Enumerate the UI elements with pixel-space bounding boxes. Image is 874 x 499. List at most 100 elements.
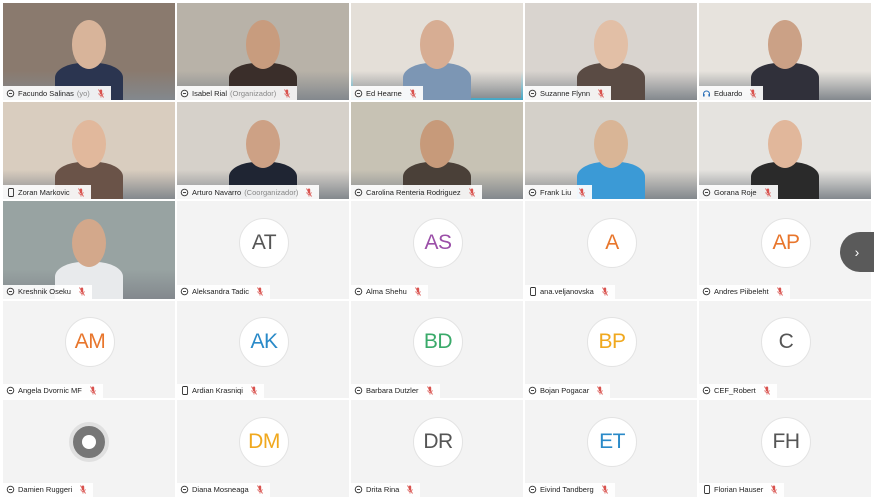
computer-audio-icon <box>180 89 189 98</box>
computer-audio-icon <box>354 89 363 98</box>
participant-tile[interactable]: Suzanne Flynn <box>525 3 697 101</box>
headset-icon <box>702 89 711 98</box>
participant-nameplate: Eivind Tandberg <box>525 482 615 497</box>
participant-tile[interactable]: ET Eivind Tandberg <box>525 399 697 497</box>
computer-audio-icon <box>6 287 15 296</box>
participant-tile[interactable]: C CEF_Robert <box>699 300 871 398</box>
participant-nameplate: Drita Rina <box>351 482 421 497</box>
next-page-button[interactable]: › <box>840 232 874 272</box>
mic-muted-icon <box>763 386 771 396</box>
participant-nameplate: Ardian Krasniqi <box>177 383 264 398</box>
mic-muted-icon <box>764 188 772 197</box>
participant-name: ana.veljanovska <box>540 287 594 297</box>
participant-tile[interactable]: Frank Liu <box>525 102 697 200</box>
participant-name: Gorana Roje <box>714 187 757 197</box>
participant-name: Diana Mosneaga <box>192 485 249 495</box>
participant-avatar: AS <box>413 218 463 269</box>
participant-tile[interactable]: Isabel Rial (Organizador) <box>177 3 349 101</box>
participant-name: Zoran Markovic <box>18 187 70 197</box>
participant-grid: Facundo Salinas (yo) Isabel Rial (Organizad… <box>3 3 871 497</box>
mic-muted-icon <box>89 386 97 396</box>
mic-muted-icon <box>468 188 476 197</box>
mic-muted-icon <box>256 287 264 296</box>
computer-audio-icon <box>528 386 537 395</box>
computer-audio-icon <box>354 485 363 494</box>
participant-nameplate: Bojan Pogacar <box>525 383 611 398</box>
participant-tile[interactable]: Gorana Roje <box>699 102 871 200</box>
participant-tile[interactable]: DR Drita Rina <box>351 399 523 497</box>
mic-muted-icon <box>77 188 85 197</box>
chevron-right-icon: › <box>854 244 860 260</box>
participant-avatar: DM <box>239 416 289 467</box>
mic-muted-icon <box>414 287 422 296</box>
participant-tile[interactable]: Facundo Salinas (yo) <box>3 3 175 101</box>
participant-nameplate: Arturo Navarro (Coorganizador) <box>177 185 320 200</box>
participant-name: Eduardo <box>714 88 743 98</box>
participant-tile[interactable]: AT Aleksandra Tadic <box>177 201 349 299</box>
computer-audio-icon <box>354 287 363 296</box>
mic-muted-icon <box>409 88 417 98</box>
participant-nameplate: Carolina Renteria Rodriguez <box>351 185 482 200</box>
participant-tile[interactable]: BP Bojan Pogacar <box>525 300 697 398</box>
participant-name: Facundo Salinas <box>18 88 74 98</box>
participant-tile[interactable]: Carolina Renteria Rodriguez <box>351 102 523 200</box>
phone-icon <box>6 187 15 197</box>
participant-avatar: C <box>761 317 811 368</box>
participant-avatar: FH <box>761 416 811 467</box>
participant-tile[interactable]: Kreshnik Oseku <box>3 201 175 299</box>
participant-name: Suzanne Flynn <box>540 88 591 98</box>
participant-name: CEF_Robert <box>714 386 756 396</box>
participant-name: Angela Dvornic MF <box>18 386 82 396</box>
participant-name: Florian Hauser <box>714 485 764 495</box>
mic-muted-icon <box>78 287 86 296</box>
mic-muted-icon <box>578 188 586 197</box>
participant-nameplate: Aleksandra Tadic <box>177 284 270 299</box>
mic-muted-icon <box>776 287 784 296</box>
participant-nameplate: Angela Dvornic MF <box>3 383 103 398</box>
participant-avatar: AP <box>761 218 811 269</box>
participant-role: (yo) <box>76 88 90 98</box>
participant-tile[interactable]: Aana.veljanovska <box>525 201 697 299</box>
phone-icon <box>180 386 189 396</box>
participant-nameplate: Florian Hauser <box>699 482 785 497</box>
computer-audio-icon <box>702 287 711 296</box>
phone-icon <box>702 485 711 495</box>
participant-name: Bojan Pogacar <box>540 386 590 396</box>
participant-tile[interactable]: AM Angela Dvornic MF <box>3 300 175 398</box>
mic-muted-icon <box>597 88 605 98</box>
participant-nameplate: CEF_Robert <box>699 383 777 398</box>
participant-tile[interactable]: AS Alma Shehu <box>351 201 523 299</box>
participant-tile[interactable]: Arturo Navarro (Coorganizador) <box>177 102 349 200</box>
participant-name: Frank Liu <box>540 187 572 197</box>
participant-tile[interactable]: DM Diana Mosneaga <box>177 399 349 497</box>
participant-avatar: DR <box>413 416 463 467</box>
participant-name: Aleksandra Tadic <box>192 287 249 297</box>
participant-name: Isabel Rial <box>192 88 228 98</box>
participant-tile[interactable]: Eduardo <box>699 3 871 101</box>
participant-nameplate: Ed Hearne <box>351 86 423 101</box>
computer-audio-icon <box>702 386 711 395</box>
participant-avatar: BD <box>413 317 463 368</box>
participant-tile[interactable]: AK Ardian Krasniqi <box>177 300 349 398</box>
participant-tile[interactable]: Ed Hearne <box>351 3 523 101</box>
participant-tile[interactable]: Zoran Markovic <box>3 102 175 200</box>
mic-muted-icon <box>97 88 105 98</box>
participant-role: (Coorganizador) <box>244 187 299 197</box>
participant-tile[interactable]: BD Barbara Dutzler <box>351 300 523 398</box>
computer-audio-icon <box>702 188 711 197</box>
participant-avatar: A <box>587 218 637 269</box>
participant-tile[interactable]: FH Florian Hauser <box>699 399 871 497</box>
participant-tile[interactable]: Damien Ruggeri <box>3 399 175 497</box>
participant-nameplate: Kreshnik Oseku <box>3 284 92 299</box>
computer-audio-icon <box>180 188 189 197</box>
participant-name: Kreshnik Oseku <box>18 287 71 297</box>
participant-name: Barbara Dutzler <box>366 386 419 396</box>
mic-muted-icon <box>79 485 87 495</box>
mic-muted-icon <box>601 287 609 296</box>
participant-avatar: AM <box>65 317 115 368</box>
participant-nameplate: Andres Piibeleht <box>699 284 790 299</box>
participant-name: Ardian Krasniqi <box>192 386 243 396</box>
participant-nameplate: Isabel Rial (Organizador) <box>177 86 298 101</box>
participant-avatar: BP <box>587 317 637 368</box>
participant-nameplate: Zoran Markovic <box>3 185 91 200</box>
